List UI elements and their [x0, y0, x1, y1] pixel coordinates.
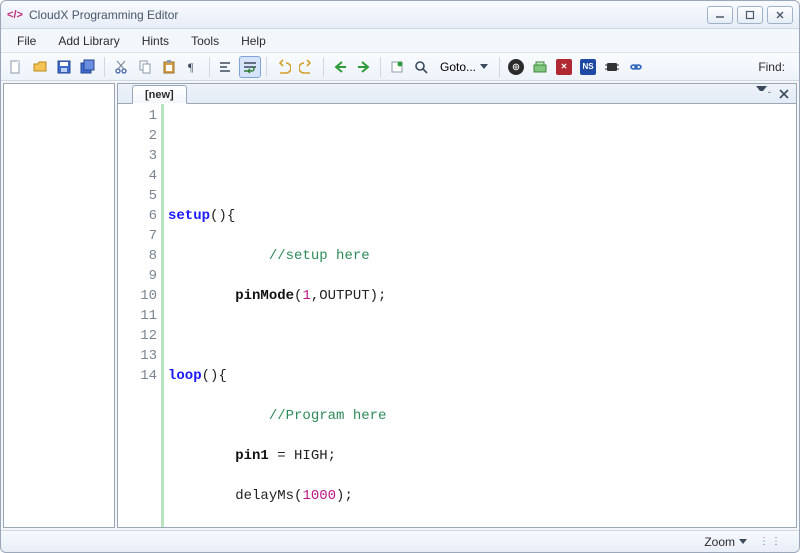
menu-hints[interactable]: Hints	[132, 31, 179, 51]
zoom-label: Zoom	[704, 535, 735, 549]
tab-label: [new]	[145, 89, 174, 101]
menu-help[interactable]: Help	[231, 31, 276, 51]
chevron-down-icon	[480, 64, 488, 69]
tab-menu-button[interactable]: -	[756, 86, 772, 102]
line-number: 2	[118, 126, 157, 146]
menu-add-library[interactable]: Add Library	[48, 31, 129, 51]
stop-button[interactable]: ✕	[553, 56, 575, 78]
minimize-button[interactable]	[707, 6, 733, 24]
editor-panel: [new] - 1 2 3 4 5 6 7 8 9 10	[117, 83, 797, 528]
chevron-down-icon	[739, 539, 747, 544]
menu-file[interactable]: File	[7, 31, 46, 51]
ns-badge-button[interactable]: NS	[577, 56, 599, 78]
statusbar-grip-icon: ⋮⋮	[753, 536, 789, 547]
menubar: File Add Library Hints Tools Help	[1, 29, 799, 53]
toolbar-separator	[380, 57, 381, 77]
save-all-button[interactable]	[77, 56, 99, 78]
line-number: 1	[118, 106, 157, 126]
copy-button[interactable]	[134, 56, 156, 78]
line-number: 13	[118, 346, 157, 366]
code-area[interactable]: setup(){ //setup here pinMode(1,OUTPUT);…	[162, 104, 796, 527]
toolbar-separator	[209, 57, 210, 77]
save-button[interactable]	[53, 56, 75, 78]
undo-button[interactable]	[272, 56, 294, 78]
app-icon: </>	[7, 7, 23, 23]
code-line: pin1 = HIGH;	[168, 446, 796, 466]
line-number: 4	[118, 166, 157, 186]
tabstrip: [new] -	[118, 84, 796, 104]
paragraph-button[interactable]: ¶	[182, 56, 204, 78]
code-line: delayMs(1000);	[168, 486, 796, 506]
code-line	[168, 166, 796, 186]
titlebar: </> CloudX Programming Editor	[1, 1, 799, 29]
toolbar: ¶ Goto... ◎ ✕ NS Find:	[1, 53, 799, 81]
close-button[interactable]	[767, 6, 793, 24]
line-number: 7	[118, 226, 157, 246]
align-left-button[interactable]	[215, 56, 237, 78]
line-number: 8	[118, 246, 157, 266]
chip-button[interactable]	[601, 56, 623, 78]
goto-dropdown[interactable]: Goto...	[434, 56, 494, 78]
code-line: loop(){	[168, 366, 796, 386]
build-button[interactable]	[529, 56, 551, 78]
line-number: 6	[118, 206, 157, 226]
cut-button[interactable]	[110, 56, 132, 78]
line-number: 9	[118, 266, 157, 286]
link-button[interactable]	[625, 56, 647, 78]
search-button[interactable]	[410, 56, 432, 78]
code-editor[interactable]: 1 2 3 4 5 6 7 8 9 10 11 12 13 14 setup()…	[118, 104, 796, 527]
statusbar: Zoom ⋮⋮	[1, 530, 799, 552]
code-line: pinMode(1,OUTPUT);	[168, 286, 796, 306]
app-window: </> CloudX Programming Editor File Add L…	[0, 0, 800, 553]
toolbar-separator	[104, 57, 105, 77]
sidebar-panel[interactable]	[3, 83, 115, 528]
code-line: setup(){	[168, 206, 796, 226]
maximize-button[interactable]	[737, 6, 763, 24]
tab-active[interactable]: [new]	[132, 85, 187, 104]
paste-button[interactable]	[158, 56, 180, 78]
toolbar-separator	[323, 57, 324, 77]
code-line	[168, 326, 796, 346]
body: [new] - 1 2 3 4 5 6 7 8 9 10	[1, 81, 799, 530]
nav-back-button[interactable]	[329, 56, 351, 78]
redo-button[interactable]	[296, 56, 318, 78]
bookmark-button[interactable]	[386, 56, 408, 78]
toolbar-separator	[499, 57, 500, 77]
line-number: 5	[118, 186, 157, 206]
zoom-control[interactable]: Zoom	[704, 535, 747, 549]
code-line: //setup here	[168, 246, 796, 266]
tab-close-button[interactable]	[776, 86, 792, 102]
menu-tools[interactable]: Tools	[181, 31, 229, 51]
code-line: pin1 = LOW;	[168, 526, 796, 527]
nav-forward-button[interactable]	[353, 56, 375, 78]
target-button[interactable]: ◎	[505, 56, 527, 78]
word-wrap-button[interactable]	[239, 56, 261, 78]
line-number: 14	[118, 366, 157, 386]
window-title: CloudX Programming Editor	[29, 8, 178, 22]
line-number: 12	[118, 326, 157, 346]
line-number: 11	[118, 306, 157, 326]
toolbar-separator	[266, 57, 267, 77]
line-number: 3	[118, 146, 157, 166]
new-file-button[interactable]	[5, 56, 27, 78]
code-line	[168, 126, 796, 146]
svg-text:¶: ¶	[188, 60, 194, 74]
line-number: 10	[118, 286, 157, 306]
goto-label: Goto...	[440, 60, 476, 74]
code-line: //Program here	[168, 406, 796, 426]
line-number-gutter: 1 2 3 4 5 6 7 8 9 10 11 12 13 14	[118, 104, 162, 527]
open-file-button[interactable]	[29, 56, 51, 78]
find-label: Find:	[758, 60, 795, 74]
